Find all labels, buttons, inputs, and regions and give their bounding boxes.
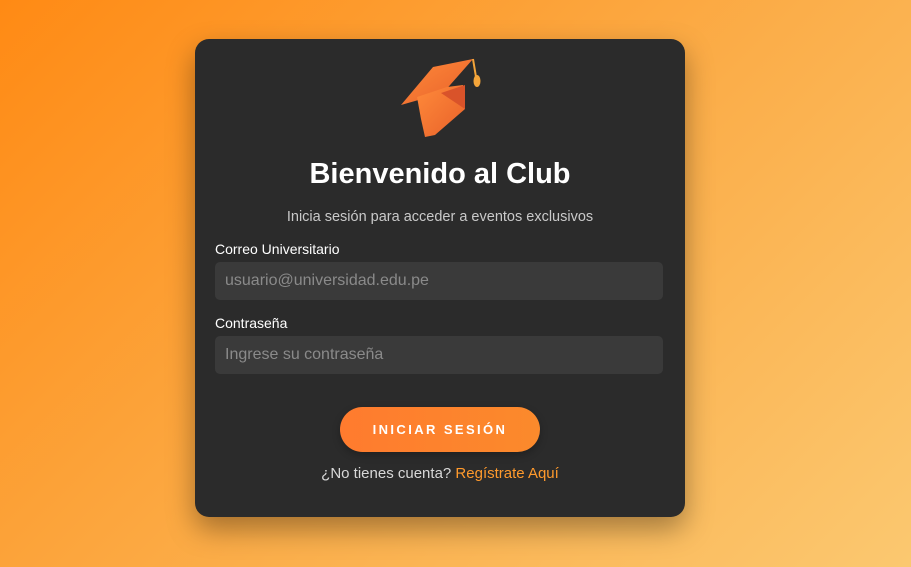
page-title: Bienvenido al Club [309,158,571,190]
login-card: Bienvenido al Club Inicia sesión para ac… [195,39,685,517]
register-prompt: ¿No tienes cuenta? [321,465,452,482]
password-label: Contraseña [215,315,288,331]
email-label: Correo Universitario [215,241,340,257]
email-field[interactable] [215,262,663,300]
register-link[interactable]: Regístrate Aquí [455,465,558,482]
page-subtitle: Inicia sesión para acceder a eventos exc… [286,209,594,225]
password-field[interactable] [215,336,663,374]
login-button[interactable]: INICIAR SESIÓN [340,407,540,452]
graduation-cap-icon [401,58,481,137]
register-line: ¿No tienes cuenta? Regístrate Aquí [195,465,685,482]
